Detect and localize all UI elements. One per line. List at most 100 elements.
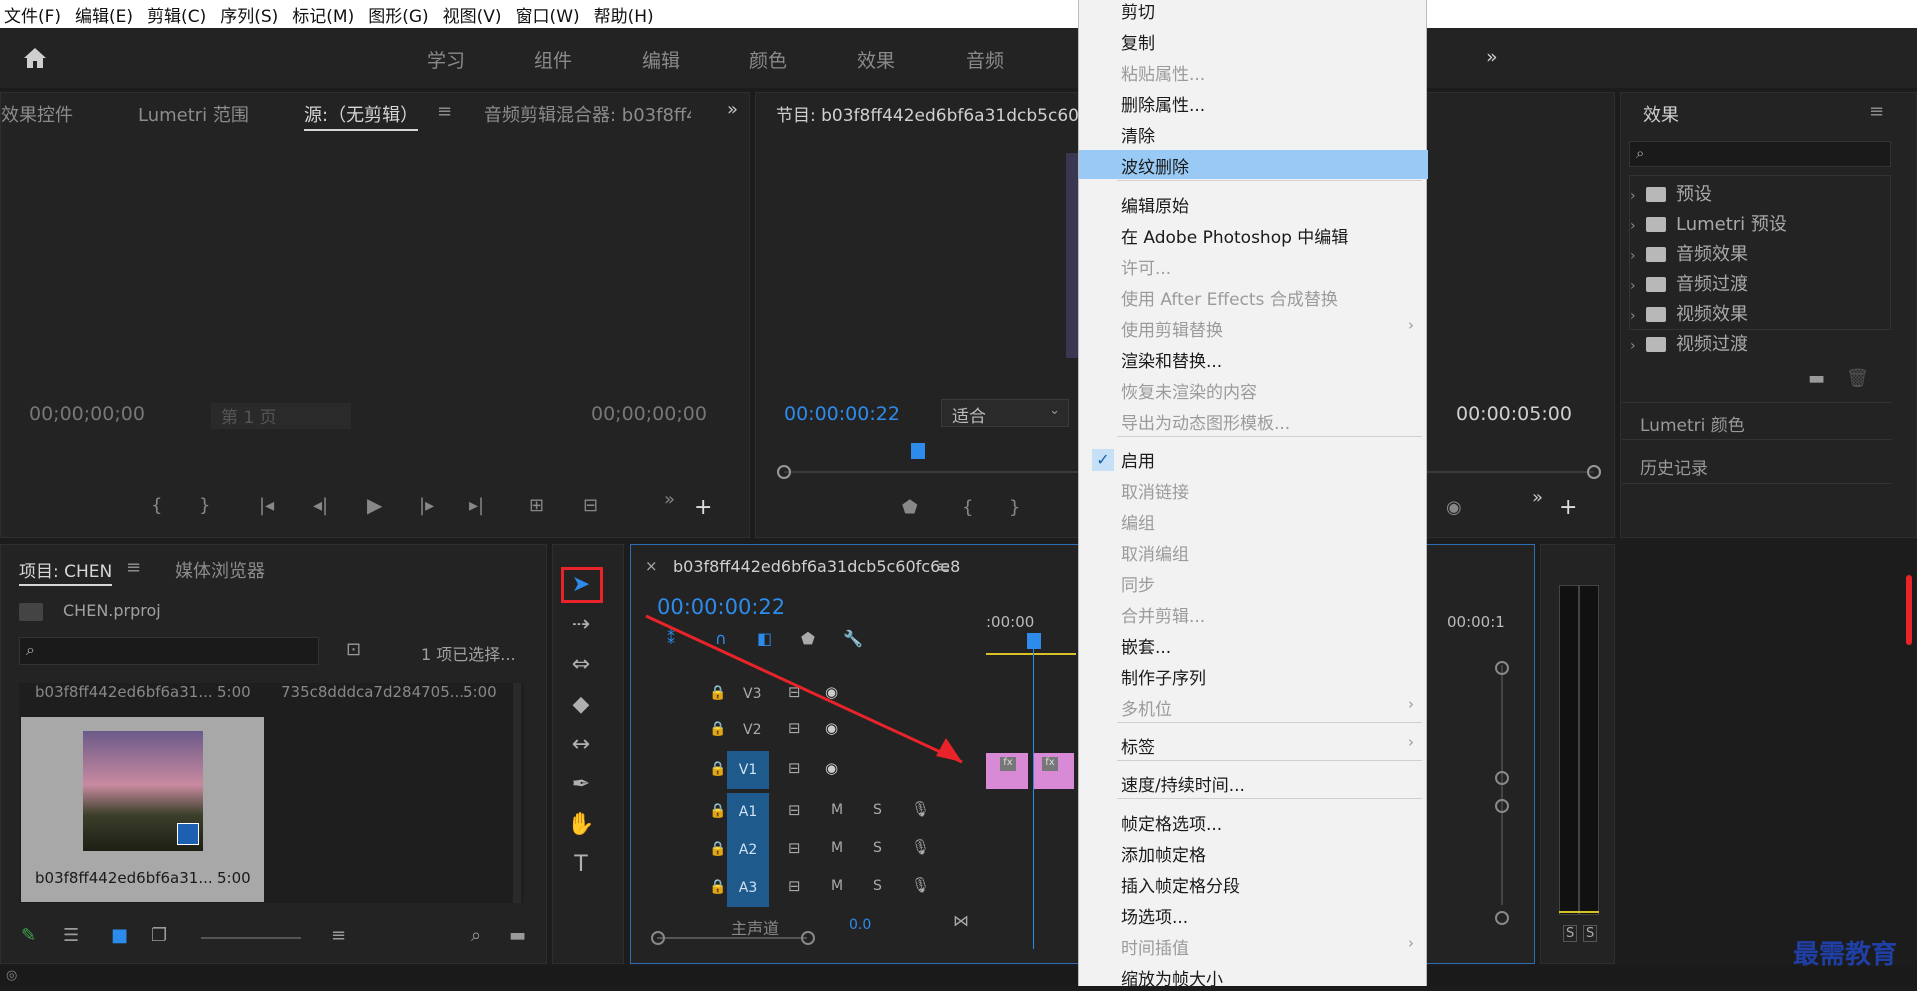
- microphone-icon[interactable]: 🎙: [911, 800, 930, 818]
- more-tabs-icon[interactable]: »: [727, 99, 738, 120]
- context-menu-item[interactable]: 清除: [1079, 119, 1428, 148]
- context-menu-item[interactable]: ✓ 启用: [1079, 444, 1428, 473]
- mute-button[interactable]: M: [831, 802, 843, 818]
- lock-icon[interactable]: 🔒: [709, 803, 726, 819]
- find-icon[interactable]: ⌕: [471, 925, 481, 946]
- context-menu-item[interactable]: 缩放为帧大小: [1079, 962, 1428, 991]
- sort-icon[interactable]: ≡: [331, 925, 346, 946]
- program-playhead[interactable]: [911, 443, 925, 459]
- menu-sequence[interactable]: 序列(S): [220, 2, 278, 27]
- icon-view-icon[interactable]: ■: [111, 925, 128, 946]
- zoom-handle-right[interactable]: [801, 931, 815, 945]
- tab-source[interactable]: 源:（无剪辑）: [304, 101, 419, 131]
- clip-2[interactable]: fx: [1034, 753, 1074, 789]
- play-icon[interactable]: ▶: [367, 493, 382, 517]
- effects-item-presets[interactable]: › 预设: [1630, 180, 1712, 206]
- fit-dropdown[interactable]: 适合 ⌄: [941, 399, 1069, 427]
- microphone-icon[interactable]: 🎙: [911, 838, 930, 856]
- effects-item-video-effects[interactable]: › 视频效果: [1630, 300, 1748, 326]
- track-label[interactable]: A1: [727, 793, 769, 831]
- context-menu-item[interactable]: 渲染和替换...: [1079, 344, 1428, 373]
- zoom-handle-left[interactable]: [651, 931, 665, 945]
- sync-lock-icon[interactable]: ⊟: [788, 839, 801, 857]
- lock-icon[interactable]: 🔒: [709, 879, 726, 895]
- panel-menu-icon[interactable]: ≡: [437, 101, 452, 122]
- add-marker-icon[interactable]: ⬟: [902, 497, 918, 518]
- zoom-slider[interactable]: [201, 937, 301, 939]
- menu-graphics[interactable]: 图形(G): [368, 2, 428, 27]
- effects-item-lumetri-presets[interactable]: › Lumetri 预设: [1630, 210, 1787, 236]
- scrubber-end-handle[interactable]: [1587, 465, 1601, 479]
- context-menu-item[interactable]: 插入帧定格分段: [1079, 869, 1428, 898]
- new-bin-icon[interactable]: ▬: [509, 925, 526, 946]
- track-label[interactable]: A2: [727, 831, 769, 869]
- page-dropdown[interactable]: 第 1 页: [211, 403, 351, 429]
- freeform-view-icon[interactable]: ❐: [151, 925, 167, 946]
- history-panel[interactable]: 历史记录: [1622, 446, 1892, 484]
- item-name[interactable]: 735c8dddca7d284705...: [281, 683, 471, 701]
- menu-marker[interactable]: 标记(M): [292, 2, 354, 27]
- lock-icon[interactable]: 🔒: [709, 841, 726, 857]
- context-menu-item[interactable]: 添加帧定格: [1079, 838, 1428, 867]
- selection-tool-icon[interactable]: ➤: [567, 571, 595, 599]
- master-pan-icon[interactable]: ⋈: [953, 911, 969, 930]
- mark-in-icon[interactable]: {: [151, 495, 162, 516]
- mute-button[interactable]: M: [831, 840, 843, 856]
- workspace-effects[interactable]: 效果: [857, 46, 895, 73]
- insert-icon[interactable]: ⊞: [529, 495, 544, 516]
- sequence-tab[interactable]: b03f8ff442ed6bf6a31dcb5c60fc6e8: [673, 557, 960, 576]
- workspace-assembly[interactable]: 组件: [534, 46, 572, 73]
- selected-clip-tile[interactable]: b03f8ff442ed6bf6a31... 5:00: [21, 717, 264, 902]
- sync-lock-icon[interactable]: ⊟: [788, 801, 801, 819]
- menu-file[interactable]: 文件(F): [4, 2, 61, 27]
- clip-1[interactable]: fx: [986, 753, 1028, 789]
- context-menu-item[interactable]: 剪切: [1079, 0, 1428, 24]
- context-menu-item[interactable]: 制作子序列: [1079, 661, 1428, 690]
- menu-edit[interactable]: 编辑(E): [75, 2, 133, 27]
- workspace-editing[interactable]: 编辑: [642, 46, 680, 73]
- slip-tool-icon[interactable]: ↔: [567, 731, 595, 759]
- program-more-controls-icon[interactable]: »: [1532, 487, 1543, 508]
- overwrite-icon[interactable]: ⊟: [583, 495, 598, 516]
- effects-menu-icon[interactable]: ≡: [1869, 101, 1884, 122]
- program-mark-out-icon[interactable]: }: [1009, 497, 1020, 518]
- microphone-icon[interactable]: 🎙: [911, 876, 930, 894]
- master-volume-value[interactable]: 0.0: [849, 917, 871, 933]
- trash-icon[interactable]: 🗑: [1846, 368, 1869, 389]
- tab-audio-clip-mixer[interactable]: 音频剪辑混合器: b03f8ff4: [484, 101, 691, 127]
- solo-button[interactable]: S: [873, 802, 882, 818]
- effects-item-audio-effects[interactable]: › 音频效果: [1630, 240, 1748, 266]
- context-menu-item[interactable]: 嵌套...: [1079, 630, 1428, 659]
- context-menu-item[interactable]: 帧定格选项...: [1079, 807, 1428, 836]
- vscroll-handle-top[interactable]: [1495, 661, 1509, 675]
- source-timecode-out[interactable]: 00;00;00;00: [591, 403, 707, 425]
- track-select-tool-icon[interactable]: ⇢: [567, 611, 595, 639]
- pen-tool-icon[interactable]: ✒: [567, 771, 595, 799]
- effects-item-audio-transitions[interactable]: › 音频过渡: [1630, 270, 1748, 296]
- timeline-zoom-scrollbar[interactable]: [657, 937, 807, 939]
- project-search-input[interactable]: ⌕: [19, 637, 319, 665]
- context-menu-item[interactable]: 删除属性...: [1079, 88, 1428, 117]
- workspace-audio[interactable]: 音频: [966, 46, 1004, 73]
- sequence-menu-icon[interactable]: ≡: [937, 557, 950, 576]
- razor-tool-icon[interactable]: ◆: [567, 691, 595, 719]
- tab-media-browser[interactable]: 媒体浏览器: [175, 557, 265, 583]
- context-menu-item[interactable]: 速度/持续时间...: [1079, 768, 1428, 797]
- program-mark-in-icon[interactable]: {: [962, 497, 973, 518]
- page-scroll-indicator[interactable]: [1906, 575, 1912, 645]
- context-menu-item[interactable]: 标签 ›: [1079, 730, 1428, 759]
- context-menu-item[interactable]: 在 Adobe Photoshop 中编辑: [1079, 220, 1428, 249]
- mute-button[interactable]: M: [831, 878, 843, 894]
- meter-solo-left[interactable]: S: [1563, 925, 1578, 942]
- step-forward-icon[interactable]: |▸: [419, 495, 434, 516]
- project-panel-menu-icon[interactable]: ≡: [126, 557, 141, 578]
- meter-solo-right[interactable]: S: [1583, 925, 1598, 942]
- go-to-out-icon[interactable]: ▸|: [469, 495, 484, 516]
- menu-help[interactable]: 帮助(H): [594, 2, 654, 27]
- tab-lumetri-scopes[interactable]: Lumetri 范围: [138, 101, 249, 127]
- vertical-scrollbar[interactable]: [1501, 665, 1503, 905]
- more-workspaces-icon[interactable]: »: [1486, 46, 1498, 68]
- lumetri-color-panel[interactable]: Lumetri 颜色: [1622, 402, 1892, 440]
- menu-window[interactable]: 窗口(W): [516, 2, 580, 27]
- more-controls-icon[interactable]: »: [664, 489, 675, 510]
